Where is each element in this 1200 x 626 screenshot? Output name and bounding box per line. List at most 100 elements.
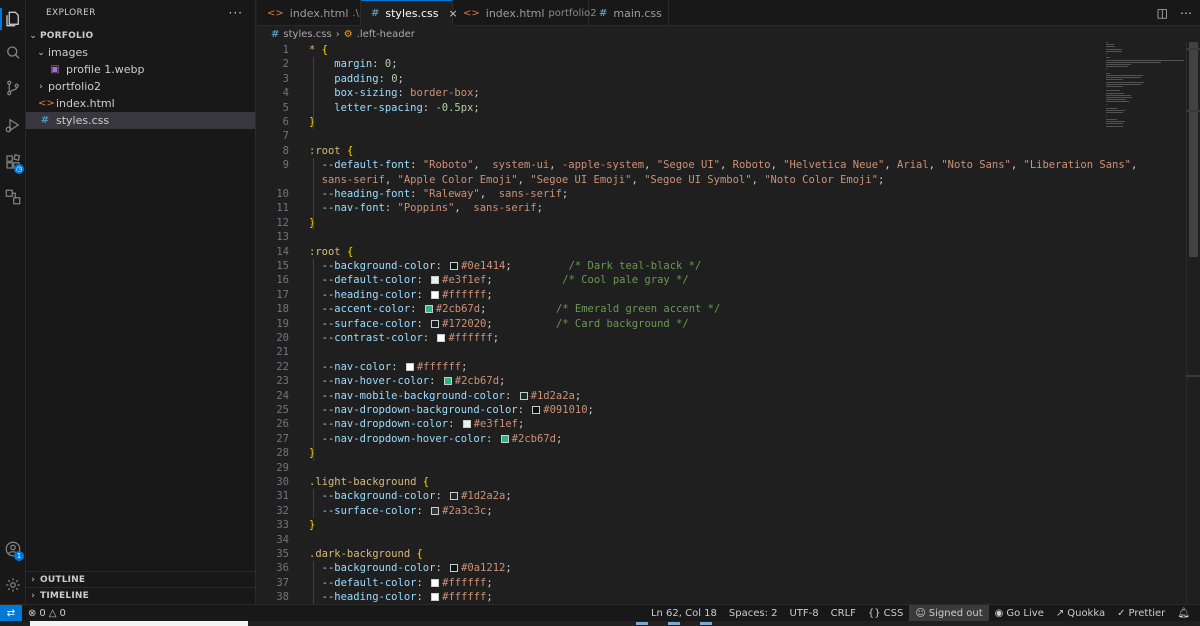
- minimap-line: [1106, 121, 1125, 123]
- minimap-line: [1106, 83, 1142, 85]
- timeline-section[interactable]: › TIMELINE: [26, 587, 256, 604]
- more-actions-icon[interactable]: ⋯: [1180, 6, 1192, 20]
- tree-item-profile-image[interactable]: ▣ profile 1.webp: [26, 61, 255, 78]
- go-live-button[interactable]: ◉ Go Live: [989, 605, 1050, 622]
- color-swatch[interactable]: [443, 377, 452, 386]
- color-swatch[interactable]: [405, 362, 414, 371]
- tree-item-label: styles.css: [56, 114, 110, 127]
- line-number: 2: [282, 58, 289, 71]
- line-number: 10: [276, 188, 289, 200]
- indent-guide: [313, 561, 314, 605]
- remote-icon[interactable]: ⇄: [0, 604, 22, 622]
- problems-indicator[interactable]: ⊗ 0 △ 0: [22, 605, 72, 622]
- workspace-root[interactable]: ⌄ PORFOLIO: [26, 27, 255, 44]
- line-text: padding: 0;: [309, 72, 404, 85]
- color-swatch[interactable]: [450, 262, 459, 270]
- explorer-sidebar: EXPLORER ··· ⌄ PORFOLIO ⌄ images ▣ profi…: [26, 0, 256, 604]
- files-icon[interactable]: [0, 4, 26, 34]
- cursor-position[interactable]: Ln 62, Col 18: [645, 605, 723, 622]
- line-number: 30: [276, 476, 289, 488]
- tab-label: main.css: [613, 6, 662, 20]
- indentation[interactable]: Spaces: 2: [723, 605, 784, 622]
- line-number: 6: [282, 116, 289, 128]
- color-swatch[interactable]: [431, 578, 440, 587]
- gear-icon[interactable]: [0, 570, 26, 600]
- color-swatch[interactable]: [431, 506, 440, 515]
- line-text: .dark-background {: [309, 548, 423, 560]
- tree-item-index-html[interactable]: <> index.html: [26, 95, 255, 112]
- color-swatch[interactable]: [431, 593, 440, 602]
- minimap[interactable]: [1106, 42, 1186, 142]
- minimap-line: [1106, 125, 1123, 127]
- line-number: 18: [276, 303, 289, 316]
- copilot-icon: ☺: [915, 608, 926, 619]
- extensions-icon[interactable]: ◷: [0, 147, 26, 177]
- line-number: 22: [276, 360, 289, 373]
- color-swatch[interactable]: [450, 492, 459, 501]
- remote-explorer-icon[interactable]: [0, 182, 26, 212]
- minimap-line: [1106, 68, 1107, 70]
- color-swatch[interactable]: [431, 319, 440, 328]
- breadcrumb-symbol[interactable]: .left-header: [357, 29, 415, 40]
- breadcrumb-file[interactable]: styles.css: [283, 29, 331, 40]
- tree-item-label: portfolio2: [48, 80, 101, 93]
- source-control-icon[interactable]: [0, 73, 26, 103]
- line-number: 4: [282, 87, 289, 100]
- language-mode[interactable]: {} CSS: [862, 605, 909, 622]
- tab-index-html[interactable]: <> index.html .\: [257, 0, 361, 26]
- warning-icon: △: [48, 607, 57, 619]
- color-swatch[interactable]: [462, 420, 471, 429]
- minimap-line: [1106, 119, 1117, 120]
- editor-actions: ◫ ⋯: [1157, 0, 1192, 26]
- line-text: --nav-hover-color: #2cb67d;: [309, 375, 506, 388]
- end-of-line[interactable]: CRLF: [825, 605, 862, 622]
- color-swatch[interactable]: [437, 334, 446, 342]
- color-swatch[interactable]: [431, 276, 440, 285]
- outline-section[interactable]: › OUTLINE: [26, 571, 256, 588]
- tab-styles-css[interactable]: # styles.css ×: [361, 0, 458, 26]
- line-text: --default-color: #e3f1ef; /* Cool pale g…: [309, 274, 689, 287]
- line-number: 20: [276, 332, 289, 344]
- run-debug-icon[interactable]: [0, 110, 26, 140]
- color-swatch[interactable]: [431, 290, 440, 299]
- line-number: 23: [276, 375, 289, 388]
- search-icon[interactable]: [0, 38, 26, 68]
- color-swatch[interactable]: [500, 434, 509, 443]
- color-swatch[interactable]: [519, 391, 528, 400]
- scrollbar-thumb[interactable]: [1189, 42, 1198, 257]
- quokka-status[interactable]: ↗ Quokka: [1050, 605, 1111, 622]
- signed-out-status[interactable]: ☺ Signed out: [909, 605, 989, 622]
- line-text: --nav-dropdown-background-color: #091010…: [309, 404, 594, 416]
- tree-item-portfolio2[interactable]: › portfolio2: [26, 78, 255, 95]
- more-actions-icon[interactable]: ···: [229, 6, 243, 20]
- prettier-status[interactable]: ✓ Prettier: [1111, 605, 1171, 622]
- line-text: --nav-color: #ffffff;: [309, 360, 468, 373]
- color-swatch[interactable]: [424, 305, 433, 314]
- error-icon: ⊗: [28, 607, 37, 619]
- code-editor[interactable]: 1 * {2 margin: 0; 3 padding: 0; 4 box-sizin…: [257, 42, 1182, 605]
- html-file-icon: <>: [463, 7, 480, 19]
- minimap-line: [1106, 44, 1115, 46]
- notifications-icon[interactable]: 🔔︎: [1171, 605, 1196, 622]
- language-label: CSS: [883, 608, 904, 619]
- activity-bar: ◷ 1: [0, 0, 26, 604]
- line-text: --nav-dropdown-color: #e3f1ef;: [309, 418, 525, 431]
- color-swatch[interactable]: [450, 564, 459, 573]
- minimap-line: [1106, 42, 1108, 43]
- braces-icon: {}: [867, 608, 881, 619]
- tree-item-styles-css[interactable]: # styles.css: [26, 112, 255, 129]
- split-editor-icon[interactable]: ◫: [1157, 6, 1168, 20]
- encoding[interactable]: UTF-8: [783, 605, 824, 622]
- line-number: 11: [276, 202, 289, 215]
- account-icon[interactable]: 1: [0, 534, 26, 564]
- tree-item-images[interactable]: ⌄ images: [26, 44, 255, 61]
- minimap-line: [1106, 77, 1142, 79]
- line-number: 35: [276, 548, 289, 560]
- explorer-title: EXPLORER: [46, 8, 96, 18]
- color-swatch[interactable]: [532, 406, 541, 414]
- tab-index-html-portfolio2[interactable]: <> index.html portfolio2: [453, 0, 597, 26]
- tab-main-css[interactable]: # main.css: [589, 0, 669, 26]
- signed-out-label: Signed out: [928, 608, 983, 619]
- indent-guide: [313, 489, 314, 519]
- taskbar-indicator: [636, 622, 648, 625]
